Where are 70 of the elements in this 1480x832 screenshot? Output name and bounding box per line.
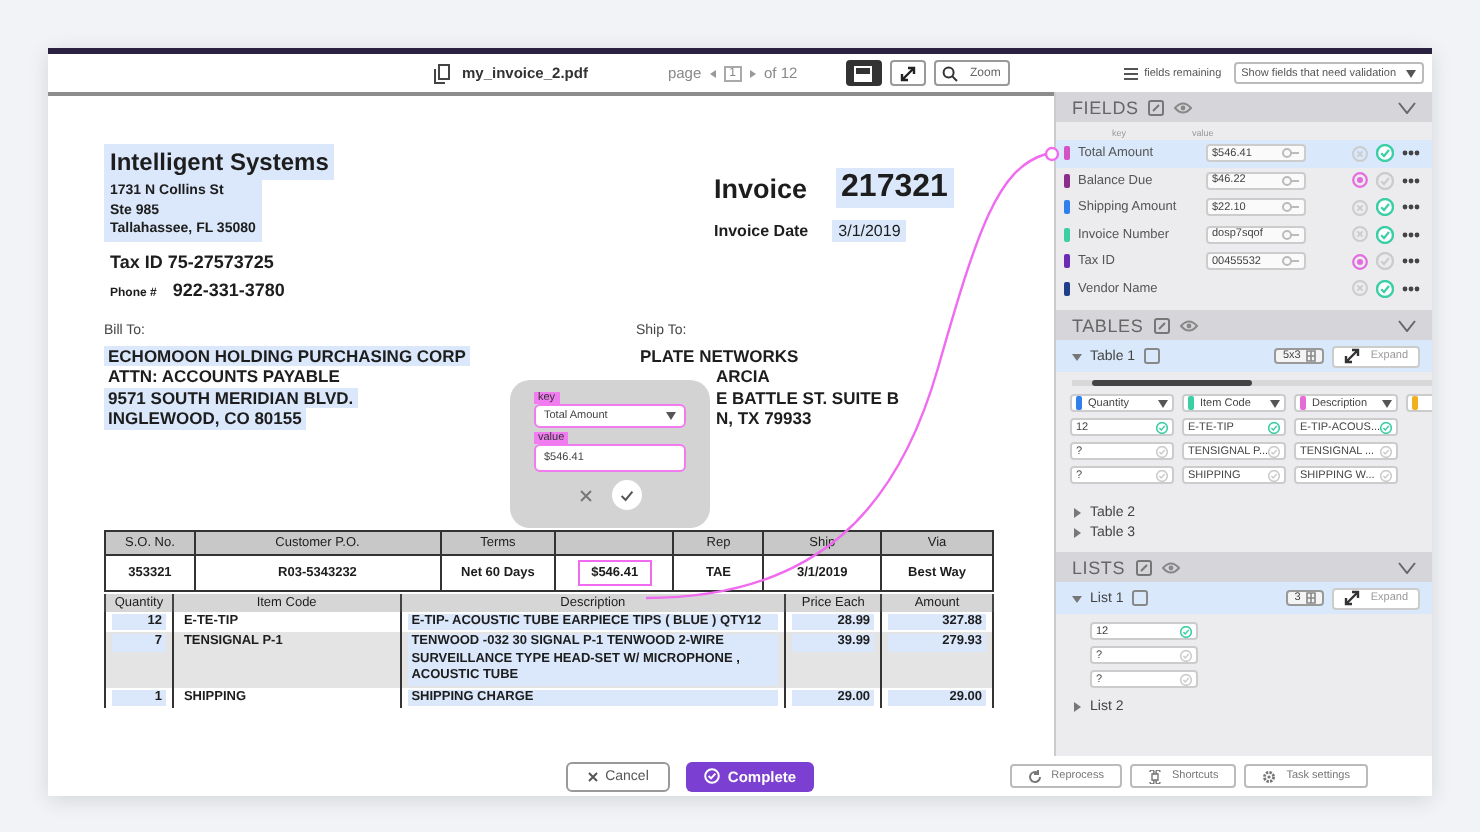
caret-icon (1072, 593, 1082, 603)
previous-icon (709, 69, 716, 77)
invoice-number: 217321 (835, 168, 954, 208)
next-icon (749, 69, 756, 77)
search-icon (942, 65, 958, 81)
layout-button[interactable] (845, 60, 882, 86)
close-icon (579, 489, 591, 501)
invoice-title: Invoice (714, 173, 808, 203)
x-circle-icon (1352, 280, 1368, 297)
check-circle-icon (703, 768, 720, 784)
table-icon (1131, 590, 1148, 606)
address-line: N, TX 79933 (714, 408, 814, 429)
more-icon (1402, 177, 1420, 184)
toggle-icon (1282, 175, 1300, 186)
address-line: E BATTLE ST. SUITE B (714, 387, 901, 408)
grid-icon (1306, 592, 1317, 604)
x-circle-icon (1352, 226, 1368, 243)
fullscreen-button[interactable] (889, 60, 926, 86)
toggle-icon (1282, 202, 1300, 213)
check-icon (619, 489, 633, 501)
edit-icon (1148, 99, 1165, 115)
caret-icon (1158, 399, 1168, 407)
close-icon (587, 771, 598, 781)
chevron-icon (1398, 101, 1416, 113)
section-title: FIELDS (1072, 97, 1139, 117)
tax-id: Tax ID 75-27573725 (110, 251, 276, 271)
phone-number: 922-331-3780 (172, 279, 285, 299)
date-label: Invoice Date (714, 222, 809, 240)
toggle-icon (1282, 148, 1300, 159)
toggle-icon (1282, 256, 1300, 267)
list-icon (1124, 67, 1139, 79)
x-circle-icon (1352, 145, 1368, 162)
x-circle-icon (1352, 199, 1368, 216)
expand-icon (1344, 348, 1361, 364)
more-icon (1402, 231, 1420, 238)
more-icon (1402, 204, 1420, 211)
caret-icon (1382, 399, 1392, 407)
address-line: PLATE NETWORKS (638, 345, 801, 366)
more-icon (1402, 150, 1420, 157)
expand-icon (1344, 590, 1361, 606)
eye-icon (1161, 561, 1180, 573)
more-icon (1402, 285, 1420, 292)
chevron-icon (1398, 561, 1416, 573)
company-name: Intelligent Systems (104, 144, 335, 180)
edit-icon (1153, 317, 1170, 333)
grid-icon (1306, 350, 1317, 362)
section-title: TABLES (1072, 315, 1144, 335)
expand-icon (899, 65, 916, 81)
address-line: ARCIA (714, 366, 772, 387)
caret-icon (1072, 701, 1082, 711)
eye-icon (1179, 319, 1198, 331)
gear-icon (1262, 769, 1277, 783)
caret-icon (1406, 69, 1416, 77)
more-icon (1402, 258, 1420, 265)
section-title: LISTS (1072, 557, 1126, 577)
confirm-button[interactable] (611, 480, 641, 510)
caret-icon (666, 412, 676, 420)
table-icon (1143, 348, 1160, 364)
eye-icon (1174, 101, 1193, 113)
document-icon (434, 63, 450, 83)
refresh-icon (1027, 769, 1042, 783)
address-line: ATTN: ACCOUNTS PAYABLE (106, 366, 342, 387)
command-icon (1147, 769, 1162, 783)
caret-icon (1072, 351, 1082, 361)
edit-icon (1135, 559, 1152, 575)
chevron-icon (1398, 319, 1416, 331)
invoice-date: 3/1/2019 (832, 220, 907, 242)
toggle-icon (1282, 229, 1300, 240)
caret-icon (1270, 399, 1280, 407)
layout-icon (854, 65, 873, 81)
